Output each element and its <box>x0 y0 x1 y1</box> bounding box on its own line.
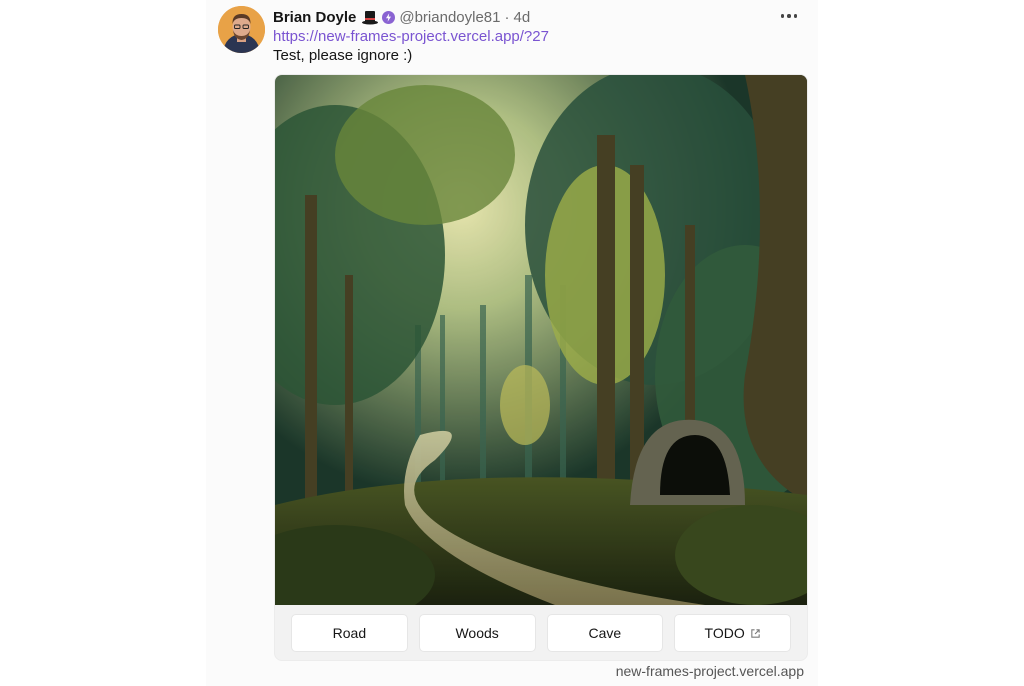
page: Brian Doyle @briandoyle81 · 4d https://n… <box>0 0 1024 686</box>
frame-button-woods[interactable]: Woods <box>418 614 536 652</box>
display-name[interactable]: Brian Doyle <box>273 9 356 26</box>
cast-link[interactable]: https://new-frames-project.vercel.app/?2… <box>273 28 549 45</box>
cast-header: Brian Doyle @briandoyle81 · 4d <box>273 6 530 28</box>
cast-text: Test, please ignore :) <box>273 47 413 64</box>
frame-button-label: Road <box>332 625 367 641</box>
separator: · <box>504 8 510 26</box>
frame-button-cave[interactable]: Cave <box>546 614 664 652</box>
external-link-icon <box>751 628 760 638</box>
frame-button-todo[interactable]: TODO <box>674 614 791 652</box>
more-options-button[interactable] <box>778 9 800 23</box>
timestamp[interactable]: 4d <box>514 9 531 26</box>
power-badge-icon <box>382 10 396 24</box>
frame-button-label: TODO <box>704 625 745 641</box>
top-hat-icon <box>361 8 379 26</box>
avatar[interactable] <box>218 6 265 53</box>
frame-button-label: Woods <box>455 625 499 641</box>
frame-image[interactable] <box>275 75 807 605</box>
frame-button-label: Cave <box>588 625 622 641</box>
frame-embed: Road Woods Cave TODO <box>274 74 808 661</box>
more-horizontal-icon <box>780 14 785 18</box>
frame-buttons: Road Woods Cave TODO <box>291 614 791 652</box>
username[interactable]: @briandoyle81 <box>399 9 500 26</box>
frame-button-road[interactable]: Road <box>291 614 408 652</box>
frame-domain: new-frames-project.vercel.app <box>615 663 804 679</box>
